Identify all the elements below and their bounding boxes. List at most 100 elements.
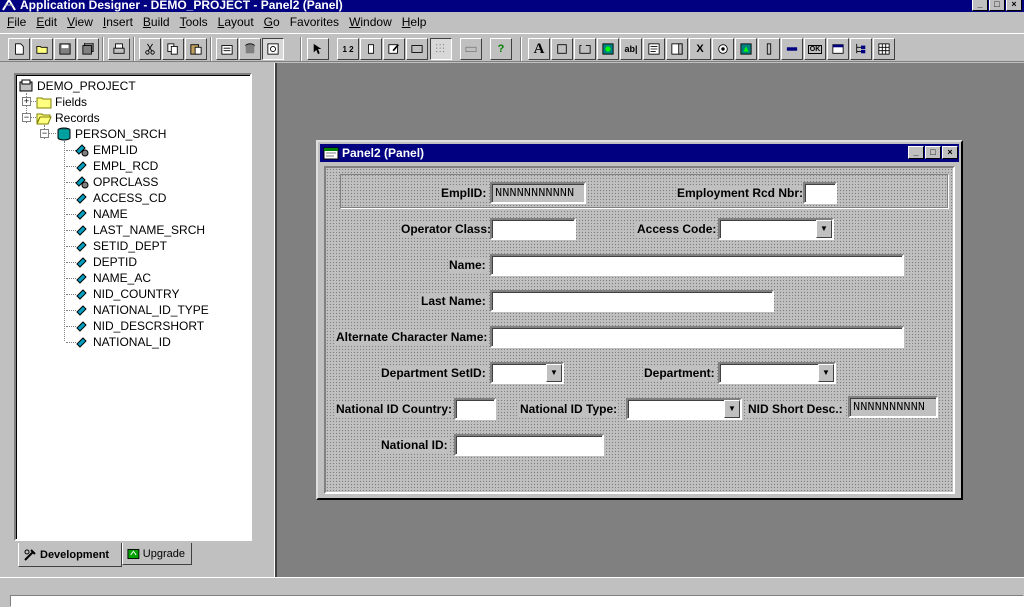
nid-country-field[interactable] <box>454 398 496 420</box>
menu-layout[interactable]: Layout <box>213 15 259 29</box>
menu-view[interactable]: View <box>62 15 98 29</box>
tree-field-node[interactable]: EMPLID <box>74 142 138 158</box>
menu-help[interactable]: Help <box>397 15 432 29</box>
group-box-icon[interactable] <box>574 38 596 60</box>
record-icon[interactable] <box>239 38 261 60</box>
tree-field-node[interactable]: NID_COUNTRY <box>74 286 179 302</box>
nid-field[interactable] <box>454 434 604 456</box>
last-name-field[interactable] <box>490 290 774 312</box>
menu-insert[interactable]: Insert <box>98 15 138 29</box>
align-icon[interactable] <box>460 38 482 60</box>
panel-window[interactable]: Panel2 (Panel) _ □ × EmplID: NNNNNNNNNNN… <box>316 140 963 500</box>
menu-tools[interactable]: Tools <box>175 15 213 29</box>
menu-favorites[interactable]: Favorites <box>285 15 344 29</box>
emplid-field[interactable]: NNNNNNNNNNN <box>490 182 586 204</box>
tab-order-icon[interactable]: 1 2 <box>337 38 359 60</box>
tree-field-node[interactable]: NATIONAL_ID_TYPE <box>74 302 209 318</box>
save-icon[interactable] <box>54 38 76 60</box>
tree-record-node[interactable]: PERSON_SRCH <box>56 126 166 142</box>
grid-control-icon[interactable] <box>873 38 895 60</box>
tree-field-label: ACCESS_CD <box>93 191 167 205</box>
tab-development[interactable]: Development <box>18 543 122 567</box>
menu-file[interactable]: File <box>2 15 31 29</box>
maximize-button[interactable]: □ <box>989 0 1005 11</box>
minimize-button[interactable]: _ <box>972 0 988 11</box>
chevron-down-icon[interactable]: ▼ <box>724 400 740 418</box>
menu-edit[interactable]: Edit <box>31 15 62 29</box>
tree-field-node[interactable]: LAST_NAME_SRCH <box>74 222 205 238</box>
tree-field-node[interactable]: NAME_AC <box>74 270 151 286</box>
chevron-down-icon[interactable]: ▼ <box>816 220 832 238</box>
oprclass-field[interactable] <box>490 218 576 240</box>
tree-control-icon[interactable] <box>850 38 872 60</box>
tree-field-label: LAST_NAME_SRCH <box>93 223 206 237</box>
menu-go[interactable]: Go <box>259 15 285 29</box>
panel-field-icon[interactable] <box>406 38 428 60</box>
paste-icon[interactable] <box>185 38 207 60</box>
print-icon[interactable] <box>108 38 130 60</box>
collapse-record-toggle[interactable]: − <box>40 129 49 138</box>
panel-minimize-button[interactable]: _ <box>908 146 924 159</box>
dept-field[interactable]: ▼ <box>718 362 836 384</box>
cut-icon[interactable] <box>139 38 161 60</box>
edit-box-icon[interactable]: ab| <box>620 38 642 60</box>
alt-name-field[interactable] <box>490 326 904 348</box>
static-text-icon[interactable]: A <box>528 38 550 60</box>
prompt-arrow-icon[interactable]: ▼ <box>818 364 834 382</box>
push-button-icon[interactable]: OK <box>804 38 826 60</box>
nid-short-field[interactable]: NNNNNNNNNN <box>848 396 938 418</box>
grid-toggle-icon[interactable] <box>430 38 452 60</box>
select-pointer-icon[interactable] <box>307 38 329 60</box>
checkbox-icon[interactable]: X <box>689 38 711 60</box>
panel-close-button[interactable]: × <box>942 146 958 159</box>
help-icon[interactable]: ? <box>490 38 512 60</box>
prompt-arrow-icon[interactable]: ▼ <box>546 364 562 382</box>
tree-fields-node[interactable]: Fields <box>36 94 87 110</box>
menu-build[interactable]: Build <box>138 15 175 29</box>
edit-field-icon[interactable] <box>383 38 405 60</box>
open-folder-icon[interactable] <box>31 38 53 60</box>
scroll-area-icon[interactable] <box>735 38 757 60</box>
dept-setid-field[interactable]: ▼ <box>490 362 564 384</box>
nid-type-label: National ID Type: <box>519 402 619 416</box>
toolbar: 1 2 ? A ab| X OK <box>0 33 1024 62</box>
copy-icon[interactable] <box>162 38 184 60</box>
tree-field-node[interactable]: EMPL_RCD <box>74 158 158 174</box>
tree-field-node[interactable]: NAME <box>74 206 128 222</box>
name-field[interactable] <box>490 254 904 276</box>
panel-icon <box>323 147 339 160</box>
empl-rcd-field[interactable] <box>803 182 837 204</box>
tree-field-node[interactable]: SETID_DEPT <box>74 238 167 254</box>
panel-title-bar[interactable]: Panel2 (Panel) _ □ × <box>320 144 959 162</box>
panel-maximize-button[interactable]: □ <box>925 146 941 159</box>
field-icon <box>76 161 87 172</box>
database-icon <box>57 127 71 141</box>
menu-window[interactable]: Window <box>344 15 397 29</box>
tab-upgrade[interactable]: Upgrade <box>122 543 192 565</box>
secondary-panel-icon[interactable] <box>827 38 849 60</box>
image-icon[interactable] <box>597 38 619 60</box>
tree-project-node[interactable]: DEMO_PROJECT <box>18 78 136 94</box>
tree-records-node[interactable]: Records <box>36 110 100 126</box>
radio-button-icon[interactable] <box>712 38 734 60</box>
save-all-icon[interactable] <box>77 38 99 60</box>
tree-field-node[interactable]: NATIONAL_ID <box>74 334 171 350</box>
properties-icon[interactable] <box>216 38 238 60</box>
new-file-icon[interactable] <box>8 38 30 60</box>
list-box-icon[interactable] <box>666 38 688 60</box>
tree-field-node[interactable]: DEPTID <box>74 254 137 270</box>
scroll-bar-icon[interactable] <box>758 38 780 60</box>
expand-fields-toggle[interactable]: + <box>22 97 31 106</box>
nid-type-dropdown[interactable]: ▼ <box>626 398 742 420</box>
collapse-records-toggle[interactable]: − <box>22 113 31 122</box>
tree-field-node[interactable]: ACCESS_CD <box>74 190 166 206</box>
tree-field-node[interactable]: NID_DESCRSHORT <box>74 318 204 334</box>
close-button[interactable]: × <box>1006 0 1022 11</box>
access-cd-dropdown[interactable]: ▼ <box>718 218 834 240</box>
field-order-icon[interactable] <box>360 38 382 60</box>
project-workspace-icon[interactable] <box>262 38 284 60</box>
long-edit-icon[interactable] <box>643 38 665 60</box>
horizontal-rule-icon[interactable] <box>781 38 803 60</box>
frame-icon[interactable] <box>551 38 573 60</box>
tree-field-node[interactable]: OPRCLASS <box>74 174 158 190</box>
